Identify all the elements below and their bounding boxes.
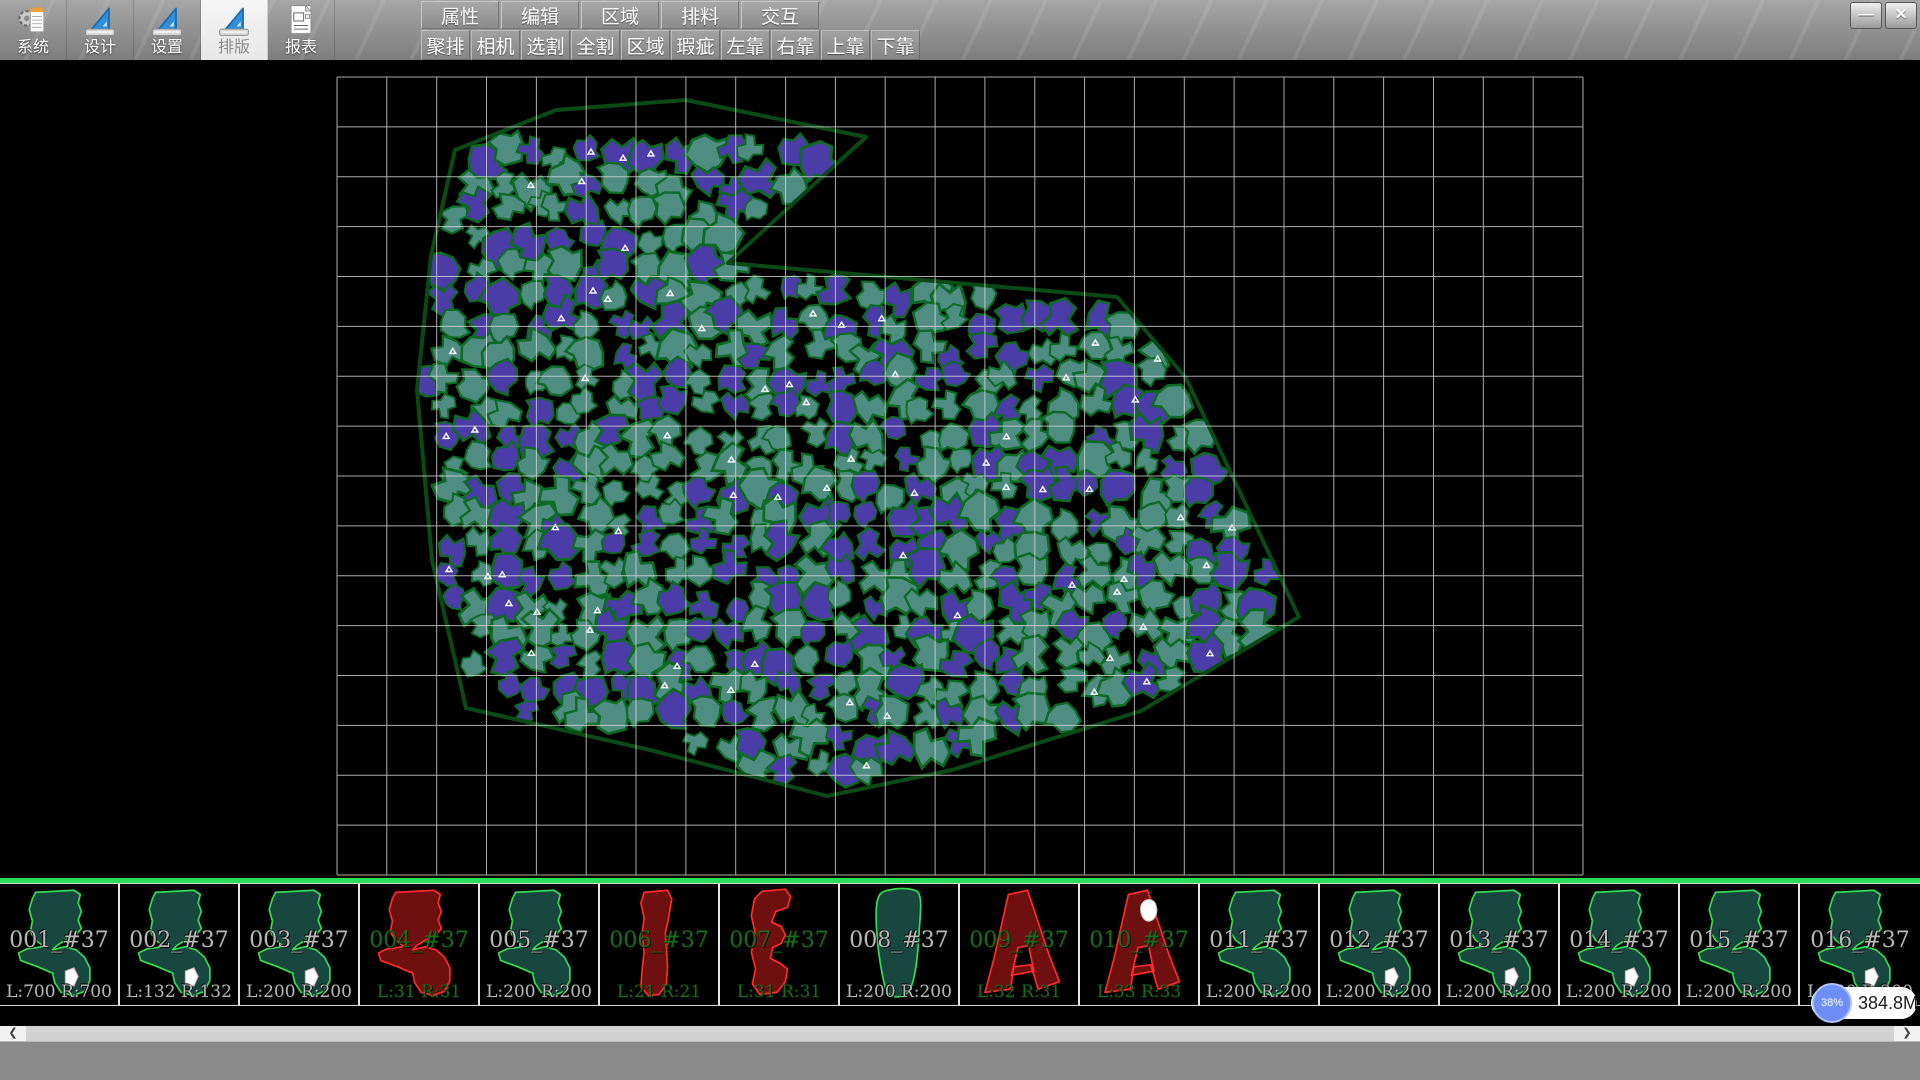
nested-pieces (407, 129, 1285, 791)
menu-item-edit[interactable]: 编辑 (501, 1, 579, 29)
piece-thumbnail[interactable]: 004_#37 L:31 R:31 (360, 884, 480, 1005)
menu-item-properties[interactable]: 属性 (421, 1, 499, 29)
piece-count-label: L:200 R:200 (1440, 982, 1558, 1002)
piece-thumbnail[interactable]: 010_#37 L:33 R:33 (1080, 884, 1200, 1005)
piece-thumbnail[interactable]: 003_#37 L:200 R:200 (240, 884, 360, 1005)
piece-id-label: 014_#37 (1560, 928, 1678, 953)
piece-id-label: 012_#37 (1320, 928, 1438, 953)
main-nav: 系统设计设置排版报表 (0, 0, 335, 60)
tool-bar: 聚排相机选割全割区域瑕疵左靠右靠上靠下靠 (421, 30, 921, 59)
piece-count-label: L:132 R:132 (120, 982, 238, 1002)
piece-thumbnail[interactable]: 008_#37 L:200 R:200 (840, 884, 960, 1005)
status-bar (0, 1041, 1920, 1080)
piece-id-label: 002_#37 (120, 928, 238, 953)
piece-thumbnail[interactable]: 013_#37 L:200 R:200 (1440, 884, 1560, 1005)
piece-count-label: L:200 R:200 (1680, 982, 1798, 1002)
tool-button-snap-right[interactable]: 右靠 (771, 30, 820, 60)
piece-count-label: L:200 R:200 (1200, 982, 1318, 1002)
tool-button-snap-top[interactable]: 上靠 (821, 30, 870, 60)
thumbnail-scrollbar[interactable]: ❮ ❯ (0, 1026, 1920, 1041)
tool-button-select-cut[interactable]: 选割 (521, 30, 570, 60)
piece-id-label: 003_#37 (240, 928, 358, 953)
nav-tab-design[interactable]: 设计 (67, 0, 134, 60)
nav-tab-label: 报表 (268, 33, 334, 57)
piece-thumbnail[interactable]: 007_#37 L:31 R:31 (720, 884, 840, 1005)
minimize-button[interactable]: — (1850, 2, 1882, 29)
menu-item-interactive[interactable]: 交互 (741, 1, 819, 29)
piece-count-label: L:31 R:31 (720, 982, 838, 1002)
piece-count-label: L:200 R:200 (1320, 982, 1438, 1002)
nav-tab-report[interactable]: 报表 (268, 0, 335, 60)
piece-id-label: 013_#37 (1440, 928, 1558, 953)
progress-badge[interactable]: 38% 384.8M (1811, 987, 1917, 1019)
piece-thumbnail[interactable]: 009_#37 L:32 R:31 (960, 884, 1080, 1005)
piece-thumbnail[interactable]: 001_#37 L:700 R:700 (0, 884, 120, 1005)
piece-id-label: 010_#37 (1080, 928, 1198, 953)
piece-id-label: 016_#37 (1800, 928, 1920, 953)
piece-count-label: L:200 R:200 (480, 982, 598, 1002)
tool-button-defect[interactable]: 瑕疵 (671, 30, 720, 60)
piece-count-label: L:31 R:31 (360, 982, 478, 1002)
piece-id-label: 006_#37 (600, 928, 718, 953)
scroll-left-button[interactable]: ❮ (0, 1026, 26, 1041)
app-window: 系统设计设置排版报表 属性编辑区域排料交互 聚排相机选割全割区域瑕疵左靠右靠上靠… (0, 0, 1920, 1080)
piece-id-label: 015_#37 (1680, 928, 1798, 953)
piece-count-label: L:200 R:200 (840, 982, 958, 1002)
piece-thumbnail[interactable]: 011_#37 L:200 R:200 (1200, 884, 1320, 1005)
piece-id-label: 008_#37 (840, 928, 958, 953)
progress-size-label: 384.8M (1858, 993, 1918, 1014)
piece-count-label: L:200 R:200 (240, 982, 358, 1002)
menu-item-region[interactable]: 区域 (581, 1, 659, 29)
piece-id-label: 011_#37 (1200, 928, 1318, 953)
nav-tab-label: 设计 (67, 33, 133, 57)
nav-tab-label: 设置 (134, 33, 200, 57)
piece-count-label: L:200 R:200 (1560, 982, 1678, 1002)
piece-count-label: L:700 R:700 (0, 982, 118, 1002)
piece-thumbnail[interactable]: 006_#37 L:21 R:21 (600, 884, 720, 1005)
piece-id-label: 001_#37 (0, 928, 118, 953)
tool-button-cluster-nest[interactable]: 聚排 (421, 30, 470, 60)
piece-id-label: 005_#37 (480, 928, 598, 953)
menu-item-nesting[interactable]: 排料 (661, 1, 739, 29)
piece-thumbnail[interactable]: 002_#37 L:132 R:132 (120, 884, 240, 1005)
tool-button-snap-left[interactable]: 左靠 (721, 30, 770, 60)
piece-count-label: L:21 R:21 (600, 982, 718, 1002)
menu-bar: 属性编辑区域排料交互 (421, 1, 821, 28)
close-button[interactable]: ✕ (1885, 2, 1917, 29)
piece-thumbnail[interactable]: 005_#37 L:200 R:200 (480, 884, 600, 1005)
piece-thumbnail[interactable]: 012_#37 L:200 R:200 (1320, 884, 1440, 1005)
nav-tab-layout[interactable]: 排版 (201, 0, 268, 60)
tool-button-snap-bottom[interactable]: 下靠 (871, 30, 920, 60)
nav-tab-settings[interactable]: 设置 (134, 0, 201, 60)
piece-id-label: 007_#37 (720, 928, 838, 953)
piece-count-label: L:33 R:33 (1080, 982, 1198, 1002)
window-controls: — ✕ (1850, 2, 1917, 29)
progress-percent-circle: 38% (1812, 983, 1852, 1023)
nav-tab-system[interactable]: 系统 (0, 0, 67, 60)
piece-thumbnail-strip: 001_#37L:700 R:700002_#37L:132 R:132003_… (0, 883, 1920, 1006)
tool-button-cut-all[interactable]: 全割 (571, 30, 620, 60)
piece-id-label: 004_#37 (360, 928, 478, 953)
scroll-right-button[interactable]: ❯ (1894, 1026, 1920, 1041)
nav-tab-label: 系统 (0, 33, 66, 57)
piece-thumbnail[interactable]: 014_#37 L:200 R:200 (1560, 884, 1680, 1005)
piece-thumbnail[interactable]: 015_#37 L:200 R:200 (1680, 884, 1800, 1005)
piece-id-label: 009_#37 (960, 928, 1078, 953)
tool-button-camera[interactable]: 相机 (471, 30, 520, 60)
tool-button-region[interactable]: 区域 (621, 30, 670, 60)
piece-count-label: L:32 R:31 (960, 982, 1078, 1002)
toolbar: 系统设计设置排版报表 属性编辑区域排料交互 聚排相机选割全割区域瑕疵左靠右靠上靠… (0, 0, 1920, 61)
nav-tab-label: 排版 (201, 33, 267, 57)
